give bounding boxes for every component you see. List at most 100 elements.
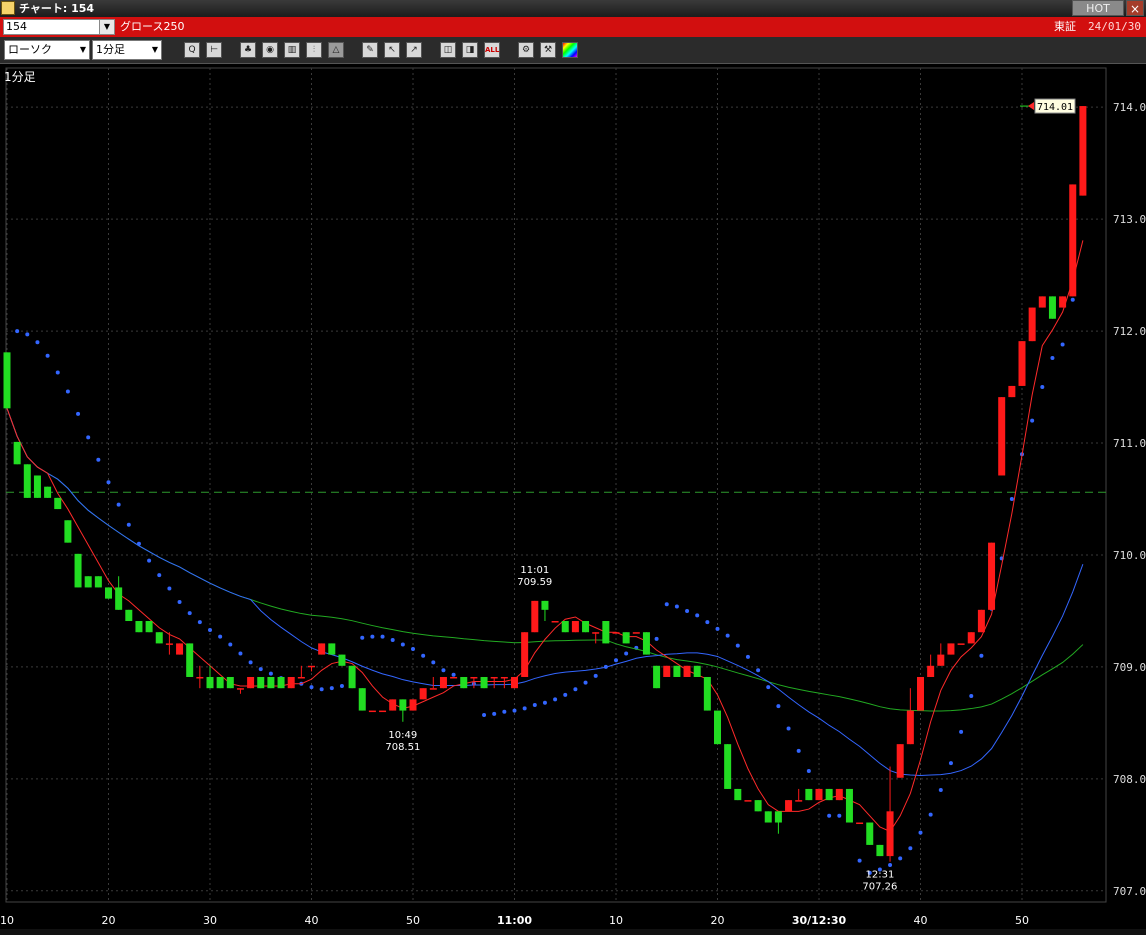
candle-body <box>835 788 843 801</box>
sar-dot <box>1040 385 1045 390</box>
candle-body <box>64 520 72 543</box>
candle-body <box>886 811 894 857</box>
candle-body <box>368 710 376 713</box>
candle-body <box>44 486 52 498</box>
sar-dot <box>15 329 20 334</box>
candle-body <box>845 788 853 823</box>
y-tick-label: 713.00 <box>1113 213 1146 226</box>
candle-body <box>957 643 965 645</box>
tool-icon[interactable]: ⚒ <box>540 42 556 58</box>
sar-dot <box>979 653 984 658</box>
candle-body <box>571 621 579 633</box>
sar-dot <box>756 668 761 673</box>
annotation-time: 12:31 <box>865 870 894 881</box>
candle-body <box>470 676 478 679</box>
candlestick-chart[interactable]: 11:01709.59 10:49708.51 12:31707.26 714.00… <box>0 64 1146 929</box>
sar-dot <box>624 651 629 656</box>
close-button[interactable]: × <box>1126 0 1144 16</box>
candle-body <box>206 676 214 689</box>
sar-dot <box>218 634 223 639</box>
indicator-icon[interactable]: ▥ <box>284 42 300 58</box>
candle-body <box>1048 296 1056 319</box>
x-tick-label: 50 <box>1015 914 1029 927</box>
color-icon[interactable] <box>562 42 578 58</box>
candle-body <box>521 632 529 677</box>
candle-body <box>714 710 721 745</box>
sar-dot <box>938 788 943 793</box>
pointer-icon[interactable]: ↖ <box>384 42 400 58</box>
sar-dot <box>1009 496 1014 501</box>
candle-width-icon[interactable]: ◫ <box>440 42 456 58</box>
x-tick-label: 40 <box>914 914 928 927</box>
sar-dot <box>532 702 537 707</box>
sar-dot <box>948 761 953 766</box>
chart-toolbar: ローソク ▼ 1分足 ▼ Q ⊢ ♣ ◉ ▥ ⫶ △ ✎ ↖ ↗ ◫ ◨ ALL… <box>0 37 1146 64</box>
candle-body <box>744 800 752 802</box>
x-tick-label: 20 <box>102 914 116 927</box>
bottom-scrollbar[interactable] <box>0 929 1146 935</box>
symbol-name: グロース250 <box>120 20 185 33</box>
chart-type-select[interactable]: ローソク ▼ <box>4 40 90 60</box>
x-tick-label: 40 <box>305 914 319 927</box>
sar-dot <box>106 480 111 485</box>
candle-body <box>328 643 336 655</box>
cursor-icon[interactable]: ⊢ <box>206 42 222 58</box>
candle-body <box>531 600 539 633</box>
candle-body <box>937 654 945 666</box>
chart-date: 24/01/30 <box>1088 20 1141 33</box>
sar-dot <box>898 856 903 861</box>
candle-body <box>653 665 661 689</box>
all-icon[interactable]: ALL <box>484 42 500 58</box>
y-tick-label: 714.00 <box>1113 101 1146 114</box>
candle-body <box>1059 296 1067 308</box>
candle-body <box>3 352 11 409</box>
x-tick-label: 10 <box>609 914 623 927</box>
chevron-down-icon[interactable]: ▼ <box>99 20 114 34</box>
candle-body <box>145 621 153 633</box>
sar-dot <box>370 634 375 639</box>
settings-icon[interactable]: ⚙ <box>518 42 534 58</box>
interval-select[interactable]: 1分足 ▼ <box>92 40 162 60</box>
candle-body <box>308 665 315 668</box>
sar-dot <box>614 658 618 663</box>
split-icon[interactable]: ⫶ <box>306 42 322 58</box>
sar-dot <box>411 647 415 652</box>
candle-body <box>785 800 793 812</box>
arrow-icon[interactable]: ↗ <box>406 42 422 58</box>
x-tick-label: 11:00 <box>497 914 532 927</box>
sar-dot <box>766 685 771 690</box>
sar-dot <box>563 692 568 697</box>
candle-body <box>754 800 762 812</box>
sar-dot <box>400 642 405 647</box>
sar-dot <box>309 685 314 690</box>
sar-dot <box>268 671 273 676</box>
sar-dot <box>837 813 842 818</box>
sar-dot <box>35 340 40 345</box>
draw-line-icon[interactable]: ✎ <box>362 42 378 58</box>
chart-area[interactable]: 11:01709.59 10:49708.51 12:31707.26 714.00… <box>0 64 1146 933</box>
hot-button[interactable]: HOT <box>1072 0 1124 16</box>
search-icon[interactable]: ◉ <box>262 42 278 58</box>
candle-body <box>764 811 772 823</box>
market-name: 東証 <box>1054 20 1076 33</box>
candle-body <box>480 676 488 689</box>
sar-dot <box>512 708 517 713</box>
candle-body <box>287 676 295 689</box>
last-price-value: 714.01 <box>1037 102 1073 113</box>
annotation-time: 11:01 <box>520 565 549 576</box>
candle-body <box>592 632 600 634</box>
candle-body <box>84 576 92 588</box>
sar-dot <box>25 332 30 337</box>
sar-dot <box>685 608 690 613</box>
erase-icon[interactable]: △ <box>328 42 344 58</box>
zoom-icon[interactable]: Q <box>184 42 200 58</box>
symbol-code-input[interactable]: 154 ▼ <box>3 19 115 35</box>
candle-fit-icon[interactable]: ◨ <box>462 42 478 58</box>
fund-icon[interactable]: ♣ <box>240 42 256 58</box>
candle-body <box>947 643 955 655</box>
sar-dot <box>360 635 365 640</box>
candle-body <box>267 676 275 689</box>
candle-body <box>226 676 234 689</box>
sar-dot <box>228 642 233 647</box>
candle-body <box>176 643 184 655</box>
